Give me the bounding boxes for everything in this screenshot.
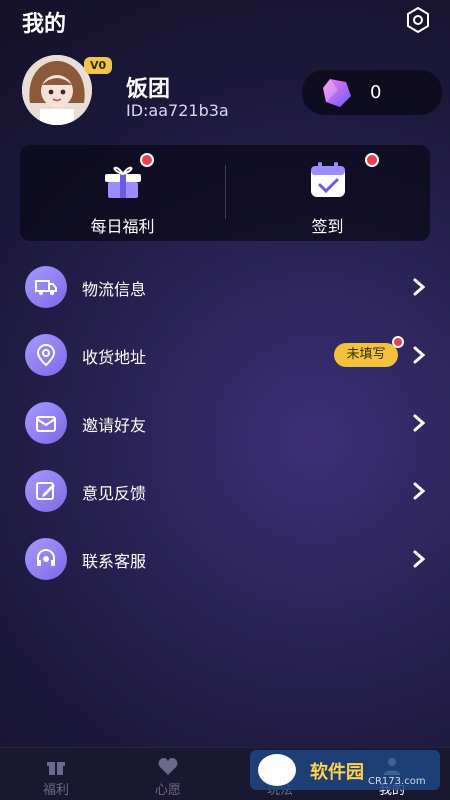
chevron-right-icon — [413, 346, 426, 364]
site-watermark: 软件园 CR173.com — [250, 750, 440, 790]
chevron-right-icon — [413, 550, 426, 568]
headset-icon — [37, 548, 55, 566]
avatar[interactable] — [22, 55, 92, 125]
menu-label: 收货地址 — [82, 348, 147, 367]
gem-icon — [323, 79, 351, 107]
menu-item-invite[interactable]: 邀请好友 — [0, 396, 450, 464]
menu-label: 物流信息 — [82, 280, 147, 299]
user-id: ID:aa721b3a — [126, 101, 229, 120]
gift-icon — [104, 166, 141, 198]
chevron-right-icon — [413, 414, 426, 432]
menu-label: 意见反馈 — [82, 484, 147, 503]
menu-label: 邀请好友 — [82, 416, 147, 435]
profile-section: V0 饭团 ID:aa721b3a 0 — [22, 55, 442, 135]
watermark-domain: CR173.com — [368, 776, 426, 787]
gift-icon — [47, 762, 65, 775]
quick-actions-card: 每日福利 签到 — [20, 145, 430, 241]
calendar-check-icon — [310, 162, 345, 197]
menu-item-logistics[interactable]: 物流信息 — [0, 260, 450, 328]
menu-list: 物流信息 收货地址 邀请好友 意见反馈 联系客服 未填写 — [0, 260, 450, 600]
notification-dot — [365, 153, 379, 167]
menu-label: 联系客服 — [82, 552, 147, 571]
tab-label: 心愿 — [154, 783, 181, 798]
edit-icon — [36, 482, 55, 500]
tab-benefits[interactable]: 福利 — [0, 748, 112, 800]
location-pin-icon — [36, 343, 56, 367]
gem-balance[interactable]: 0 — [302, 70, 442, 115]
menu-icon-bg — [25, 538, 67, 580]
watermark-logo — [258, 754, 296, 786]
top-bar: 我的 — [0, 0, 450, 40]
user-nickname: 饭团 — [126, 77, 171, 102]
check-in-label: 签到 — [311, 217, 344, 236]
settings-icon[interactable] — [404, 6, 432, 34]
notification-dot — [392, 336, 404, 348]
daily-benefits-button[interactable]: 每日福利 — [20, 145, 225, 241]
invite-mail-icon — [36, 416, 56, 432]
menu-icon-bg — [25, 334, 67, 376]
page-title: 我的 — [22, 12, 67, 37]
watermark-brand: 软件园 — [310, 762, 364, 783]
menu-icon-bg — [25, 470, 67, 512]
daily-benefits-label: 每日福利 — [90, 217, 155, 236]
chevron-right-icon — [413, 482, 426, 500]
check-in-button[interactable]: 签到 — [225, 145, 430, 241]
address-unfilled-badge: 未填写 — [334, 343, 398, 367]
chevron-right-icon — [413, 278, 426, 296]
menu-icon-bg — [25, 402, 67, 444]
menu-item-customer-service[interactable]: 联系客服 — [0, 532, 450, 600]
tab-label: 福利 — [42, 783, 69, 798]
notification-dot — [140, 153, 154, 167]
menu-icon-bg — [25, 266, 67, 308]
truck-icon — [35, 280, 57, 295]
vip-level-badge: V0 — [84, 57, 113, 74]
tab-wishes[interactable]: 心愿 — [112, 748, 224, 800]
avatar-image — [22, 55, 92, 125]
menu-item-feedback[interactable]: 意见反馈 — [0, 464, 450, 532]
gem-count: 0 — [370, 82, 382, 103]
heart-icon — [158, 758, 178, 775]
